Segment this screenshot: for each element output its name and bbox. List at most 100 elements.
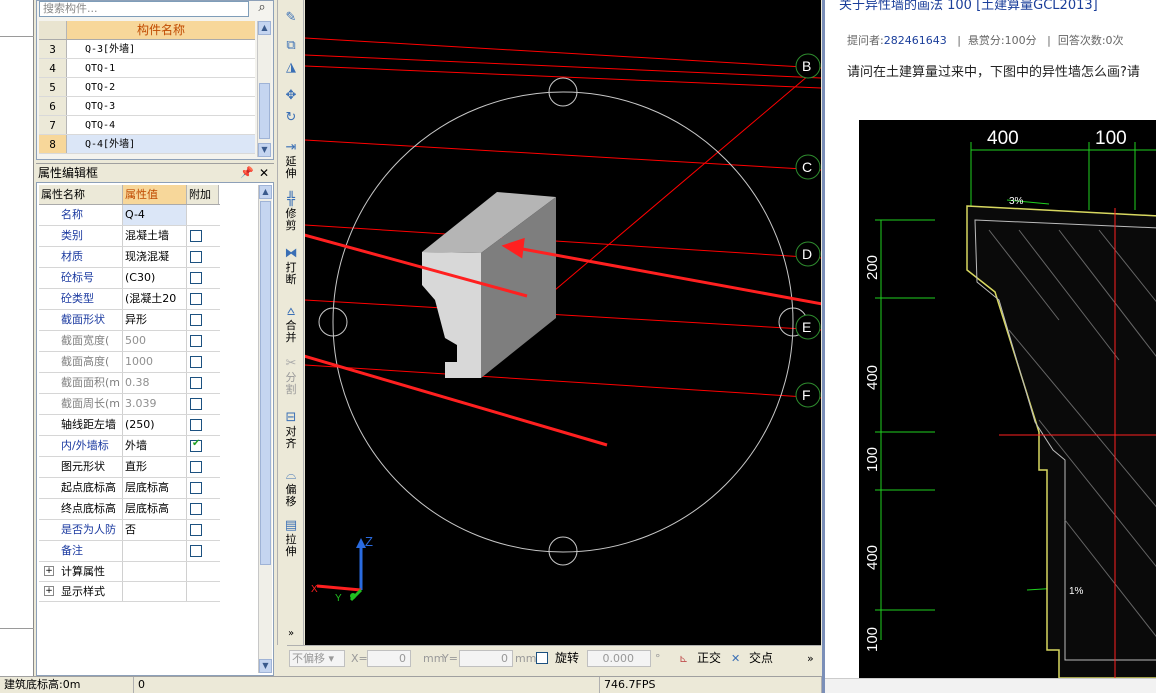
property-row-civil-defense[interactable]: 是否为人防否 [39, 520, 220, 541]
property-row-inner-outer[interactable]: 内/外墙标 外墙 [39, 436, 220, 457]
property-panel-scrollbar[interactable]: ▲ ▼ [258, 185, 272, 673]
group-display-style[interactable]: + 显示样式 [39, 582, 220, 602]
intersect-button[interactable]: 交点 [749, 650, 773, 667]
table-row[interactable]: 6 QTQ-3 [39, 97, 255, 116]
expand-icon[interactable]: + [44, 566, 54, 576]
more-tools-icon[interactable]: » [280, 628, 302, 640]
copy-tool[interactable]: ⧉ [280, 38, 302, 54]
dim-label: 200 [864, 255, 881, 280]
component-list-scrollbar[interactable]: ▲ ▼ [257, 21, 271, 157]
break-tool[interactable]: ⧓ 打断 [280, 246, 302, 286]
table-row[interactable]: 4 QTQ-1 [39, 59, 255, 78]
scroll-down-icon[interactable]: ▼ [259, 659, 272, 673]
y-label: Y= [442, 652, 458, 665]
extra-checkbox[interactable] [190, 335, 202, 347]
group-calc-properties[interactable]: + 计算属性 [39, 562, 220, 582]
rotate-input[interactable]: 0.000 [587, 650, 651, 667]
property-row-material[interactable]: 材质 现浇混凝 [39, 247, 220, 268]
extra-checkbox[interactable] [190, 545, 202, 557]
rotate-checkbox[interactable] [536, 652, 548, 664]
property-row-category[interactable]: 类别 混凝土墙 [39, 226, 220, 247]
more-icon[interactable]: » [807, 650, 814, 667]
property-value-input[interactable]: Q-4 [123, 205, 187, 225]
property-row-end-elevation[interactable]: 终点底标高 层底标高 [39, 499, 220, 520]
property-row-concrete-grade[interactable]: 砼标号 (C30) [39, 268, 220, 289]
mirror-tool[interactable]: ◮ [280, 60, 302, 76]
property-row-section-height[interactable]: 截面高度(1000 [39, 352, 220, 373]
table-row[interactable]: 5 QTQ-2 [39, 78, 255, 97]
property-panel-title: 属性编辑框 [38, 166, 99, 180]
property-row-section-shape[interactable]: 截面形状 异形 [39, 310, 220, 331]
search-input[interactable]: 搜索构件... [39, 1, 249, 17]
extra-checkbox[interactable] [190, 272, 202, 284]
extra-checkbox[interactable] [190, 251, 202, 263]
offset-select[interactable]: 不偏移 ▾ [289, 650, 345, 667]
extra-checkbox[interactable] [190, 356, 202, 368]
extra-checkbox[interactable] [190, 461, 202, 473]
table-row-selected[interactable]: 8 Q-4[外墙] [39, 135, 255, 154]
extra-checkbox[interactable] [190, 377, 202, 389]
rotate-tool[interactable]: ↻ [280, 110, 302, 126]
align-tool[interactable]: ⊟ 对齐 [280, 410, 302, 450]
stretch-tool[interactable]: ▤ 拉伸 [280, 518, 302, 558]
asker-link[interactable]: 282461643 [884, 34, 947, 47]
extra-checkbox[interactable] [190, 524, 202, 536]
pick-tool[interactable]: ✎ [280, 10, 302, 26]
extra-checkbox-checked[interactable] [190, 438, 202, 452]
y-input[interactable]: 0 [459, 650, 513, 667]
extra-checkbox[interactable] [190, 419, 202, 431]
scroll-thumb[interactable] [260, 201, 271, 565]
scroll-up-icon[interactable]: ▲ [259, 185, 272, 199]
status-fps: 746.7FPS [600, 677, 822, 693]
axis-label: B [802, 58, 811, 74]
ortho-icon[interactable]: ⊾ [679, 650, 688, 667]
property-row-element-shape[interactable]: 图元形状 直形 [39, 457, 220, 478]
web-horizontal-scrollbar[interactable] [825, 678, 1156, 693]
merge-tool[interactable]: ⩟ 合并 [280, 304, 302, 344]
axis-label: F [802, 387, 811, 403]
scroll-up-icon[interactable]: ▲ [258, 21, 271, 35]
property-row-start-elevation[interactable]: 起点底标高 层底标高 [39, 478, 220, 499]
view-handle[interactable] [548, 536, 578, 566]
y-axis-label: Y [335, 593, 342, 604]
cad-canvas[interactable]: B C D E F Z Y X [305, 0, 821, 645]
table-row[interactable]: 3 Q-3[外墙] [39, 40, 255, 59]
extra-checkbox[interactable] [190, 230, 202, 242]
x-input[interactable]: 0 [367, 650, 411, 667]
axis-line [305, 299, 821, 331]
search-icon[interactable]: ⌕ [253, 1, 271, 17]
move-tool[interactable]: ✥ [280, 88, 302, 104]
extra-checkbox[interactable] [190, 314, 202, 326]
extra-checkbox[interactable] [190, 482, 202, 494]
extra-checkbox[interactable] [190, 293, 202, 305]
dim-label: 400 [864, 545, 881, 570]
property-row-name[interactable]: 名称 Q-4 [39, 205, 220, 226]
ortho-button[interactable]: 正交 [697, 650, 721, 667]
extend-tool[interactable]: ⇥ 延伸 [280, 140, 302, 180]
extra-checkbox[interactable] [190, 398, 202, 410]
question-title-link[interactable]: 关于异性墙的画法 100 [土建算量GCL2013] [839, 0, 1098, 13]
property-row-axis-offset[interactable]: 轴线距左墙 (250) [39, 415, 220, 436]
merge-icon: ⩟ [287, 304, 295, 319]
offset-tool[interactable]: ⌓ 偏移 [280, 468, 302, 508]
property-row-section-perimeter[interactable]: 截面周长(m 3.039 [39, 394, 220, 415]
property-row-concrete-type[interactable]: 砼类型 (混凝土20 [39, 289, 220, 310]
split-icon: ✂ [285, 356, 297, 371]
property-row-section-area[interactable]: 截面面积(m 0.38 [39, 373, 220, 394]
web-question-page: 关于异性墙的画法 100 [土建算量GCL2013] 提问者:282461643… [822, 0, 1156, 693]
property-row-section-width[interactable]: 截面宽度(500 [39, 331, 220, 352]
expand-icon[interactable]: + [44, 586, 54, 596]
pin-icon[interactable]: 📌 [240, 164, 254, 182]
status-value: 0 [134, 677, 600, 693]
scroll-thumb[interactable] [259, 83, 270, 139]
component-name-header: 构件名称 [67, 21, 255, 39]
scroll-down-icon[interactable]: ▼ [258, 143, 271, 157]
property-row-remark[interactable]: 备注 [39, 541, 220, 562]
split-tool[interactable]: ✂ 分割 [280, 356, 302, 396]
table-row[interactable]: 7 QTQ-4 [39, 116, 255, 135]
close-icon[interactable]: ✕ [259, 164, 269, 182]
extra-checkbox[interactable] [190, 503, 202, 515]
x-axis-label: X [311, 584, 318, 595]
intersect-icon[interactable]: ✕ [731, 650, 740, 667]
trim-tool[interactable]: ╬ 修剪 [280, 192, 302, 232]
